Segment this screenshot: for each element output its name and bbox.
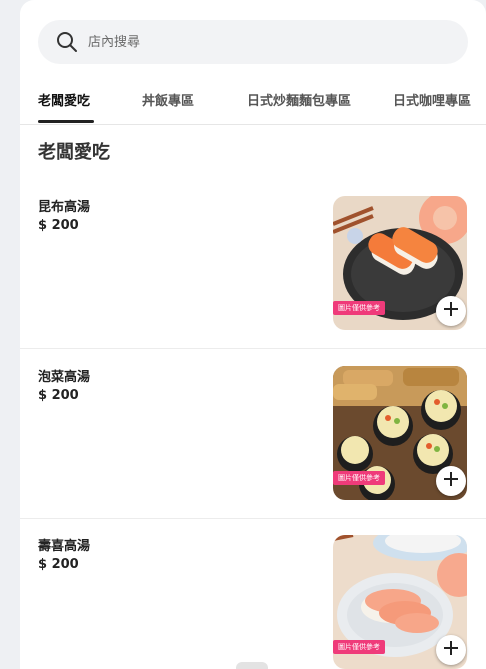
- item-name: 昆布高湯: [38, 200, 91, 215]
- category-tabs: 老闆愛吃 丼飯專區 日式炒麵麵包專區 日式咖哩專區: [20, 78, 486, 125]
- plus-icon: [443, 640, 459, 660]
- search-input[interactable]: [86, 33, 430, 51]
- scroll-handle[interactable]: [236, 662, 268, 669]
- plus-icon: [443, 301, 459, 321]
- item-price: $ 200: [38, 388, 79, 403]
- plus-icon: [443, 471, 459, 491]
- search-icon: [56, 31, 78, 53]
- item-name: 壽喜高湯: [38, 539, 91, 554]
- image-disclaimer-tag: 圖片僅供參考: [333, 640, 385, 654]
- menu-item[interactable]: 壽喜高湯 $ 200 圖片僅供參考: [38, 535, 468, 669]
- add-button[interactable]: [436, 296, 466, 326]
- add-button[interactable]: [436, 466, 466, 496]
- tab-japanese-curry[interactable]: 日式咖哩專區: [393, 90, 471, 109]
- item-divider: [20, 348, 486, 349]
- active-tab-indicator: [38, 120, 94, 123]
- item-name: 泡菜高湯: [38, 370, 91, 385]
- item-price: $ 200: [38, 218, 79, 233]
- tab-donburi[interactable]: 丼飯專區: [142, 90, 194, 109]
- item-divider: [20, 518, 486, 519]
- menu-item[interactable]: 昆布高湯 $ 200 圖片僅供參考: [38, 196, 468, 336]
- menu-item[interactable]: 泡菜高湯 $ 200 圖片僅供參考: [38, 366, 468, 506]
- image-disclaimer-tag: 圖片僅供參考: [333, 471, 385, 485]
- add-button[interactable]: [436, 635, 466, 665]
- store-menu-panel: 老闆愛吃 丼飯專區 日式炒麵麵包專區 日式咖哩專區 老闆愛吃 昆布高湯 $ 20…: [20, 0, 486, 669]
- tab-yakisoba-bread[interactable]: 日式炒麵麵包專區: [247, 90, 351, 109]
- search-bar[interactable]: [38, 20, 468, 64]
- section-title: 老闆愛吃: [38, 142, 110, 163]
- tab-boss-favorites[interactable]: 老闆愛吃: [38, 90, 90, 109]
- image-disclaimer-tag: 圖片僅供參考: [333, 301, 385, 315]
- item-price: $ 200: [38, 557, 79, 572]
